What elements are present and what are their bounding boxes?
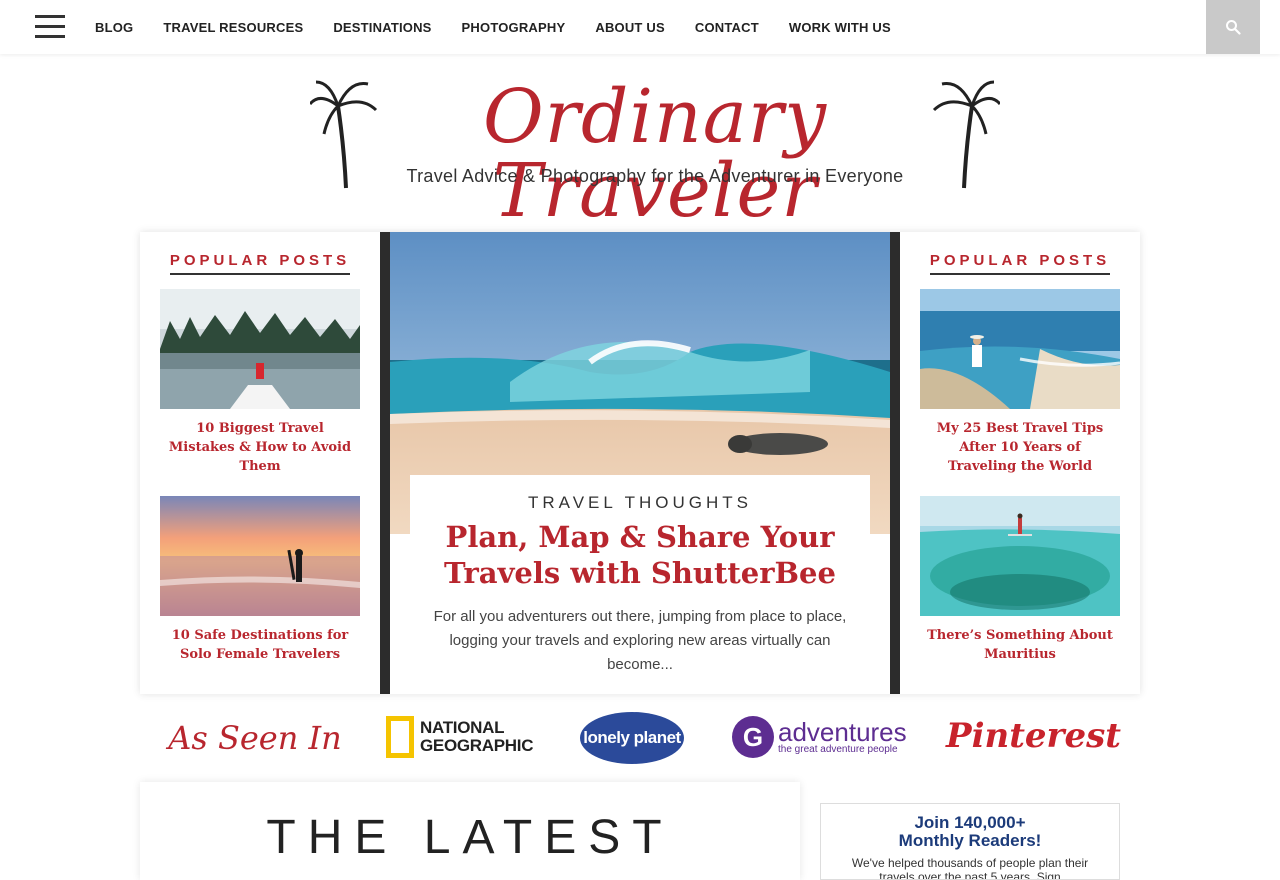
newsletter-title: Join 140,000+ Monthly Readers! — [898, 813, 1042, 850]
as-seen-in-label: As Seen In — [168, 719, 342, 757]
logo-title: Ordinary Traveler — [482, 74, 828, 234]
nav-about-us[interactable]: ABOUT US — [595, 20, 665, 35]
post-thumbnail — [920, 289, 1120, 409]
nav-destinations[interactable]: DESTINATIONS — [333, 20, 431, 35]
newsletter-widget: Join 140,000+ Monthly Readers! We've hel… — [820, 803, 1120, 880]
latest-section: THE LATEST — [140, 782, 800, 880]
main-nav: BLOG TRAVEL RESOURCES DESTINATIONS PHOTO… — [95, 0, 921, 54]
newsletter-description: We've helped thousands of people plan th… — [851, 856, 1089, 880]
nav-travel-resources[interactable]: TRAVEL RESOURCES — [163, 20, 303, 35]
nav-photography[interactable]: PHOTOGRAPHY — [462, 20, 566, 35]
search-icon — [1226, 20, 1241, 35]
popular-post[interactable]: My 25 Best Travel Tips After 10 Years of… — [920, 289, 1120, 476]
featured-panel: POPULAR POSTS 10 Biggest Travel Mistakes… — [140, 232, 1140, 694]
featured-card: TRAVEL THOUGHTS Plan, Map & Share Your T… — [410, 475, 870, 694]
search-button[interactable] — [1206, 0, 1260, 54]
popular-posts-heading: POPULAR POSTS — [920, 252, 1120, 275]
post-thumbnail — [160, 289, 360, 409]
logo-tagline: Travel Advice & Photography for the Adve… — [406, 166, 904, 186]
pinterest-logo: Pinterest — [946, 716, 1121, 756]
featured-excerpt: For all you adventurers out there, jumpi… — [433, 608, 847, 673]
popular-post[interactable]: 10 Biggest Travel Mistakes & How to Avoi… — [160, 289, 360, 476]
panel-divider — [380, 232, 390, 694]
g-adventures-logo: G adventures the great adventure people — [732, 716, 907, 758]
popular-post[interactable]: There’s Something About Mauritius — [920, 496, 1120, 664]
featured-title[interactable]: Plan, Map & Share Your Travels with Shut… — [410, 519, 870, 591]
post-thumbnail — [160, 496, 360, 616]
featured-post[interactable]: TRAVEL THOUGHTS Plan, Map & Share Your T… — [390, 232, 890, 694]
nav-work-with-us[interactable]: WORK WITH US — [789, 20, 891, 35]
featured-category[interactable]: TRAVEL THOUGHTS — [410, 493, 870, 513]
popular-post[interactable]: 10 Safe Destinations for Solo Female Tra… — [160, 496, 360, 664]
lonely-planet-logo: lonely planet — [580, 712, 684, 764]
top-navigation-bar: BLOG TRAVEL RESOURCES DESTINATIONS PHOTO… — [0, 0, 1280, 54]
popular-posts-right: POPULAR POSTS My 25 Best Travel Tips Aft… — [900, 232, 1140, 694]
post-thumbnail — [920, 496, 1120, 616]
as-seen-in-bar: As Seen In NATIONAL GEOGRAPHIC lonely pl… — [140, 706, 1140, 770]
palm-tree-icon — [932, 80, 1000, 189]
popular-posts-left: POPULAR POSTS 10 Biggest Travel Mistakes… — [140, 232, 380, 694]
nav-blog[interactable]: BLOG — [95, 20, 133, 35]
menu-icon[interactable] — [35, 15, 65, 38]
panel-divider — [890, 232, 900, 694]
nav-contact[interactable]: CONTACT — [695, 20, 759, 35]
latest-heading: THE LATEST — [266, 811, 674, 864]
site-logo[interactable]: Ordinary Traveler Travel Advice & Photog… — [310, 70, 1000, 228]
popular-posts-heading: POPULAR POSTS — [160, 252, 360, 275]
national-geographic-logo: NATIONAL GEOGRAPHIC — [386, 716, 533, 758]
